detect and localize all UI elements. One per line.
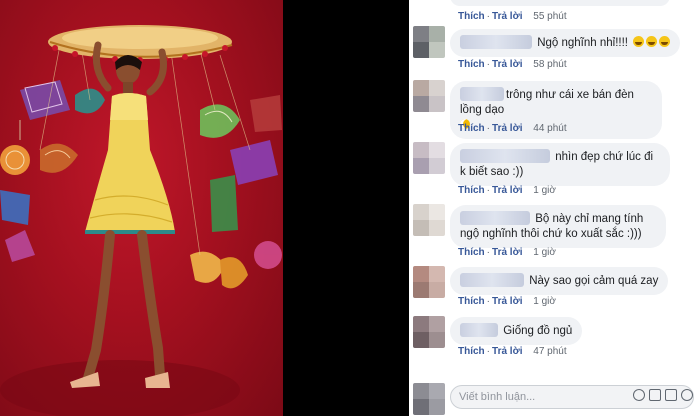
commenter-name[interactable] bbox=[460, 211, 530, 225]
comment-bubble bbox=[450, 0, 670, 6]
comment-time[interactable]: 1 giờ bbox=[533, 185, 556, 196]
comment-bubble: Ngộ nghĩnh nhỉ!!!! bbox=[450, 29, 681, 57]
reply-link[interactable]: Trả lời bbox=[492, 123, 522, 134]
avatar[interactable] bbox=[413, 204, 445, 236]
lightbox-background bbox=[283, 0, 409, 416]
comment-time[interactable]: 1 giờ bbox=[533, 296, 556, 307]
comment-actions: Thích · Trả lời 1 giờ bbox=[458, 296, 556, 307]
reply-link[interactable]: Trả lời bbox=[492, 296, 522, 307]
comment-time[interactable]: 58 phút bbox=[533, 59, 566, 70]
sticker-icon[interactable] bbox=[681, 389, 693, 401]
comment-time[interactable]: 55 phút bbox=[533, 11, 566, 22]
commenter-name[interactable] bbox=[460, 149, 550, 163]
separator: · bbox=[486, 247, 491, 258]
camera-icon[interactable] bbox=[649, 389, 661, 401]
smiley-icon[interactable] bbox=[633, 389, 645, 401]
commenter-name[interactable] bbox=[460, 35, 532, 49]
laughing-emoji-icon bbox=[659, 36, 671, 47]
separator: · bbox=[486, 123, 491, 134]
like-link[interactable]: Thích bbox=[458, 59, 485, 70]
avatar[interactable] bbox=[413, 266, 445, 298]
comments-panel: Thích · Trả lời 55 phút Ngộ nghĩnh nhỉ!!!!… bbox=[409, 0, 699, 416]
comment-composer: Viết bình luận... bbox=[409, 379, 699, 416]
comment-actions: Thích · Trả lời 55 phút bbox=[458, 11, 567, 22]
reply-link[interactable]: Trả lời bbox=[492, 346, 522, 357]
separator: · bbox=[486, 59, 491, 70]
commenter-name[interactable] bbox=[460, 87, 504, 101]
separator: · bbox=[486, 185, 491, 196]
reply-link[interactable]: Trả lời bbox=[492, 59, 522, 70]
laughing-emoji-icon bbox=[633, 36, 645, 47]
avatar[interactable] bbox=[413, 316, 445, 348]
comment-bubble: Bộ này chỉ mang tính ngộ nghĩnh thôi chứ… bbox=[450, 205, 666, 248]
photo-illustration bbox=[0, 25, 282, 416]
commenter-name[interactable] bbox=[460, 323, 498, 337]
comment-actions: Thích · Trả lời 58 phút bbox=[458, 59, 567, 70]
composer-tools bbox=[633, 389, 693, 401]
avatar[interactable] bbox=[413, 142, 445, 174]
laughing-emoji-icon bbox=[646, 36, 658, 47]
separator: · bbox=[486, 296, 491, 307]
like-link[interactable]: Thích bbox=[458, 185, 485, 196]
comment-time[interactable]: 47 phút bbox=[533, 346, 566, 357]
comment-actions: Thích · Trả lời 1 giờ bbox=[458, 185, 556, 196]
comment-bubble: nhìn đẹp chứ lúc đi k biết sao :)) bbox=[450, 143, 670, 186]
avatar[interactable] bbox=[413, 80, 445, 112]
comment-time[interactable]: 44 phút bbox=[533, 123, 566, 134]
my-avatar[interactable] bbox=[413, 383, 445, 415]
comment-time[interactable]: 1 giờ bbox=[533, 247, 556, 258]
like-link[interactable]: Thích bbox=[458, 346, 485, 357]
comment-bubble: Giống đồ ngủ bbox=[450, 317, 583, 345]
gif-icon[interactable] bbox=[665, 389, 677, 401]
reply-link[interactable]: Trả lời bbox=[492, 247, 522, 258]
comment-actions: Thích · Trả lời 1 giờ bbox=[458, 247, 556, 258]
comment-text: Ngộ nghĩnh nhỉ!!!! bbox=[537, 37, 628, 49]
reply-link[interactable]: Trả lời bbox=[492, 11, 522, 22]
like-link[interactable]: Thích bbox=[458, 296, 485, 307]
separator: · bbox=[486, 346, 491, 357]
like-link[interactable]: Thích bbox=[458, 247, 485, 258]
reply-link[interactable]: Trả lời bbox=[492, 185, 522, 196]
separator: · bbox=[486, 11, 491, 22]
commenter-name[interactable] bbox=[460, 273, 524, 287]
post-photo[interactable] bbox=[0, 0, 283, 416]
like-link[interactable]: Thích bbox=[458, 123, 485, 134]
comment-text: Này sao gọi cảm quá zay bbox=[529, 275, 659, 287]
comment-actions: Thích · Trả lời 44 phút bbox=[458, 123, 567, 134]
avatar[interactable] bbox=[413, 26, 445, 58]
comment-text: Giống đồ ngủ bbox=[503, 325, 573, 337]
like-link[interactable]: Thích bbox=[458, 11, 485, 22]
comment-actions: Thích · Trả lời 47 phút bbox=[458, 346, 567, 357]
comment-bubble: Này sao gọi cảm quá zay bbox=[450, 267, 669, 295]
